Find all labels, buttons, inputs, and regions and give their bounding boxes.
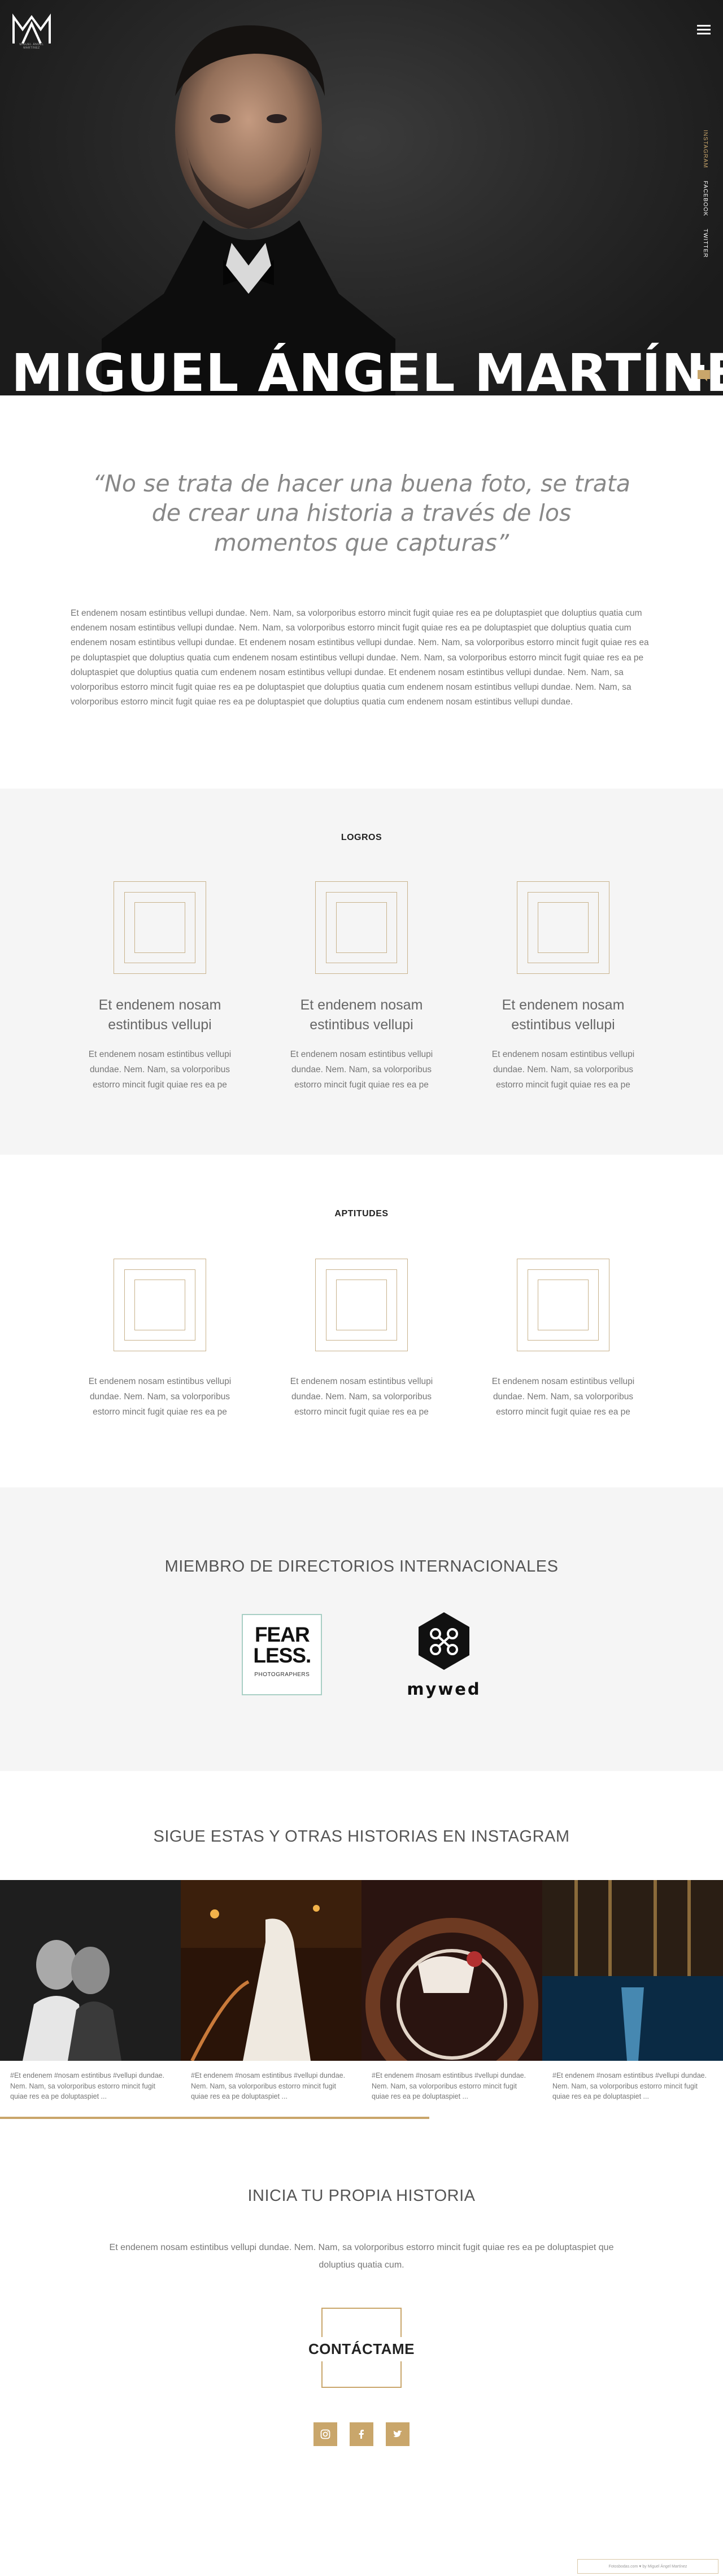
mywed-word: mywed — [407, 1679, 481, 1699]
intro-section: “No se trata de hacer una buena foto, se… — [0, 395, 723, 789]
fearless-sub: PHOTOGRAPHERS — [254, 1671, 310, 1678]
contact-button[interactable]: CONTÁCTAME — [289, 2337, 434, 2362]
instagram-photo — [0, 1880, 181, 2061]
aptitud-card-text: Et endenem nosam estintibus vellupi dund… — [491, 1377, 635, 1417]
hamburger-icon[interactable] — [697, 25, 711, 35]
chat-icon[interactable] — [691, 364, 711, 381]
logro-card: Et endenem nosam estintibus vellupi Et e… — [463, 881, 664, 1093]
frame-icon — [517, 1259, 609, 1351]
aptitudes-title: APTITUDES — [334, 1209, 389, 1219]
logro-card: Et endenem nosam estintibus vellupi Et e… — [59, 881, 261, 1093]
directorios-title: MIEMBRO DE DIRECTORIOS INTERNACIONALES — [164, 1557, 559, 1576]
hero-portrait-image — [102, 25, 395, 395]
logro-card: Et endenem nosam estintibus vellupi Et e… — [261, 881, 463, 1093]
logro-card-text: Et endenem nosam estintibus vellupi dund… — [491, 1049, 635, 1090]
frame-icon — [315, 1259, 408, 1351]
footer-social-row — [0, 2422, 723, 2447]
logro-card-text: Et endenem nosam estintibus vellupi dund… — [88, 1049, 232, 1090]
social-link-facebook[interactable]: FACEBOOK — [702, 181, 708, 216]
directorios-section: MIEMBRO DE DIRECTORIOS INTERNACIONALES F… — [0, 1487, 723, 1772]
logro-card-title: Et endenem nosam estintibus vellupi — [98, 997, 221, 1033]
aptitud-card: Et endenem nosam estintibus vellupi dund… — [59, 1259, 261, 1420]
aptitud-card-text: Et endenem nosam estintibus vellupi dund… — [88, 1377, 232, 1417]
logros-title: LOGROS — [341, 832, 382, 842]
instagram-icon[interactable] — [313, 2422, 337, 2447]
instagram-photo — [362, 1880, 542, 2091]
frame-icon — [315, 881, 408, 974]
hero-title: MIGUEL ÁNGEL MARTÍNEZ — [11, 343, 723, 395]
facebook-icon[interactable] — [350, 2422, 373, 2447]
logo-subtitle: MIGUEL ÁNGEL MARTÍNEZ — [19, 43, 44, 50]
instagram-post[interactable]: #Et endenem #nosam estintibus #vellupi d… — [362, 1880, 542, 2114]
instagram-photo — [181, 1880, 362, 2062]
hero-social-links: INSTAGRAM FACEBOOK TWITTER — [702, 130, 708, 270]
fearless-line2: LESS. — [253, 1643, 311, 1667]
logros-section: LOGROS Et endenem nosam estintibus vellu… — [0, 788, 723, 1155]
intro-text: Et endenem nosam estintibus vellupi dund… — [71, 608, 649, 707]
frame-icon — [517, 881, 609, 974]
instagram-caption: #Et endenem #nosam estintibus #vellupi d… — [191, 2072, 346, 2100]
mywed-hexagon-icon — [419, 1612, 469, 1670]
instagram-post[interactable]: #Et endenem #nosam estintibus #vellupi d… — [181, 1880, 362, 2114]
mywed-logo[interactable]: mywed — [407, 1610, 481, 1699]
instagram-post[interactable]: #Et endenem #nosam estintibus #vellupi d… — [0, 1880, 181, 2114]
aptitud-card: Et endenem nosam estintibus vellupi dund… — [463, 1259, 664, 1420]
social-link-twitter[interactable]: TWITTER — [702, 229, 708, 258]
fearless-line1: FEAR — [254, 1622, 310, 1646]
aptitud-card-text: Et endenem nosam estintibus vellupi dund… — [290, 1377, 433, 1417]
cta-title: INICIA TU PROPIA HISTORIA — [247, 2187, 476, 2205]
instagram-caption: #Et endenem #nosam estintibus #vellupi d… — [10, 2072, 165, 2100]
hero-section: MIGUEL ÁNGEL MARTÍNEZ INSTAGRAM FACEBOOK… — [0, 0, 723, 395]
instagram-post[interactable]: #Et endenem #nosam estintibus #vellupi d… — [542, 1880, 723, 2114]
twitter-icon[interactable] — [386, 2422, 410, 2447]
social-link-instagram[interactable]: INSTAGRAM — [702, 130, 708, 168]
fearless-logo[interactable]: FEAR LESS. PHOTOGRAPHERS — [242, 1613, 323, 1695]
instagram-section: SIGUE ESTAS Y OTRAS HISTORIAS EN INSTAGR… — [0, 1771, 723, 2120]
cta-text: Et endenem nosam estintibus vellupi dund… — [109, 2243, 614, 2270]
intro-quote: “No se trata de hacer una buena foto, se… — [92, 470, 631, 556]
contact-button-frame: CONTÁCTAME — [289, 2308, 434, 2388]
site-logo[interactable] — [11, 12, 52, 46]
cta-section: INICIA TU PROPIA HISTORIA Et endenem nos… — [0, 2119, 723, 2481]
footer-badge[interactable]: Fotosbodas.com ♥ by Miguel Ángel Martíne… — [577, 2559, 718, 2574]
logro-card-title: Et endenem nosam estintibus vellupi — [502, 997, 625, 1033]
instagram-caption: #Et endenem #nosam estintibus #vellupi d… — [552, 2072, 707, 2100]
frame-icon — [114, 881, 206, 974]
aptitudes-section: APTITUDES Et endenem nosam estintibus ve… — [0, 1155, 723, 1487]
instagram-title: SIGUE ESTAS Y OTRAS HISTORIAS EN INSTAGR… — [153, 1827, 570, 1846]
logro-card-title: Et endenem nosam estintibus vellupi — [300, 997, 423, 1033]
aptitud-card: Et endenem nosam estintibus vellupi dund… — [261, 1259, 463, 1420]
frame-icon — [114, 1259, 206, 1351]
logro-card-text: Et endenem nosam estintibus vellupi dund… — [290, 1049, 433, 1090]
instagram-photo — [542, 1880, 723, 2061]
instagram-caption: #Et endenem #nosam estintibus #vellupi d… — [372, 2072, 526, 2100]
